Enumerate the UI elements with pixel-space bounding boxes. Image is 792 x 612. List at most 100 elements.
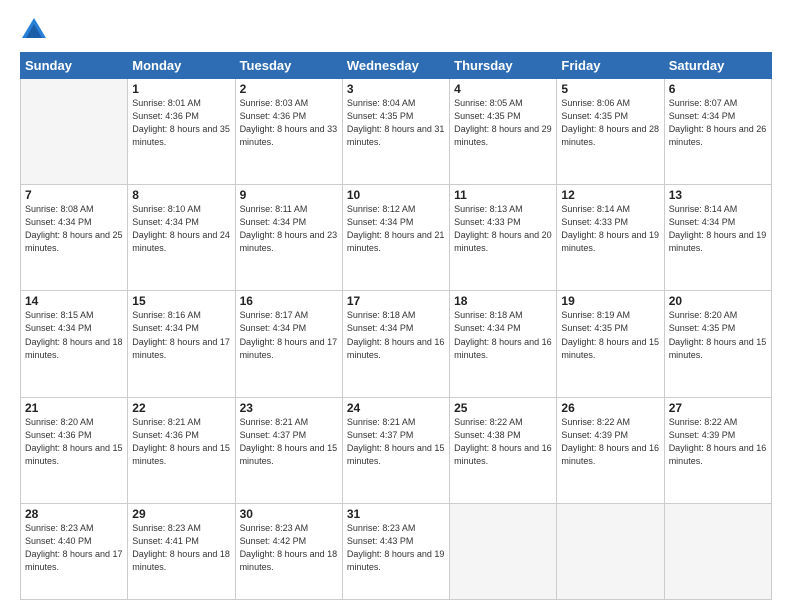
day-info: Sunrise: 8:06 AMSunset: 4:35 PMDaylight:… xyxy=(561,97,659,149)
day-number: 13 xyxy=(669,188,767,202)
day-info: Sunrise: 8:18 AMSunset: 4:34 PMDaylight:… xyxy=(347,309,445,361)
calendar-cell xyxy=(664,503,771,599)
day-number: 15 xyxy=(132,294,230,308)
calendar-cell: 24Sunrise: 8:21 AMSunset: 4:37 PMDayligh… xyxy=(342,397,449,503)
day-info: Sunrise: 8:23 AMSunset: 4:40 PMDaylight:… xyxy=(25,522,123,574)
calendar-cell: 25Sunrise: 8:22 AMSunset: 4:38 PMDayligh… xyxy=(450,397,557,503)
day-number: 22 xyxy=(132,401,230,415)
calendar-cell: 30Sunrise: 8:23 AMSunset: 4:42 PMDayligh… xyxy=(235,503,342,599)
day-number: 10 xyxy=(347,188,445,202)
day-info: Sunrise: 8:04 AMSunset: 4:35 PMDaylight:… xyxy=(347,97,445,149)
day-info: Sunrise: 8:18 AMSunset: 4:34 PMDaylight:… xyxy=(454,309,552,361)
logo-icon xyxy=(20,16,48,44)
weekday-header-sunday: Sunday xyxy=(21,53,128,79)
day-number: 2 xyxy=(240,82,338,96)
day-number: 24 xyxy=(347,401,445,415)
day-number: 26 xyxy=(561,401,659,415)
day-number: 5 xyxy=(561,82,659,96)
day-number: 8 xyxy=(132,188,230,202)
day-info: Sunrise: 8:22 AMSunset: 4:38 PMDaylight:… xyxy=(454,416,552,468)
weekday-header-friday: Friday xyxy=(557,53,664,79)
day-info: Sunrise: 8:22 AMSunset: 4:39 PMDaylight:… xyxy=(561,416,659,468)
day-info: Sunrise: 8:14 AMSunset: 4:34 PMDaylight:… xyxy=(669,203,767,255)
day-number: 12 xyxy=(561,188,659,202)
day-info: Sunrise: 8:07 AMSunset: 4:34 PMDaylight:… xyxy=(669,97,767,149)
day-number: 31 xyxy=(347,507,445,521)
calendar-cell: 23Sunrise: 8:21 AMSunset: 4:37 PMDayligh… xyxy=(235,397,342,503)
day-info: Sunrise: 8:22 AMSunset: 4:39 PMDaylight:… xyxy=(669,416,767,468)
day-info: Sunrise: 8:21 AMSunset: 4:36 PMDaylight:… xyxy=(132,416,230,468)
day-number: 29 xyxy=(132,507,230,521)
week-row-1: 1Sunrise: 8:01 AMSunset: 4:36 PMDaylight… xyxy=(21,79,772,185)
day-number: 11 xyxy=(454,188,552,202)
calendar-cell xyxy=(21,79,128,185)
calendar-cell: 31Sunrise: 8:23 AMSunset: 4:43 PMDayligh… xyxy=(342,503,449,599)
week-row-3: 14Sunrise: 8:15 AMSunset: 4:34 PMDayligh… xyxy=(21,291,772,397)
calendar-cell: 6Sunrise: 8:07 AMSunset: 4:34 PMDaylight… xyxy=(664,79,771,185)
calendar-cell: 20Sunrise: 8:20 AMSunset: 4:35 PMDayligh… xyxy=(664,291,771,397)
weekday-header-wednesday: Wednesday xyxy=(342,53,449,79)
day-info: Sunrise: 8:23 AMSunset: 4:43 PMDaylight:… xyxy=(347,522,445,574)
day-number: 1 xyxy=(132,82,230,96)
calendar-cell: 28Sunrise: 8:23 AMSunset: 4:40 PMDayligh… xyxy=(21,503,128,599)
day-number: 3 xyxy=(347,82,445,96)
weekday-header-saturday: Saturday xyxy=(664,53,771,79)
calendar-cell: 2Sunrise: 8:03 AMSunset: 4:36 PMDaylight… xyxy=(235,79,342,185)
day-info: Sunrise: 8:01 AMSunset: 4:36 PMDaylight:… xyxy=(132,97,230,149)
day-number: 7 xyxy=(25,188,123,202)
calendar-cell: 19Sunrise: 8:19 AMSunset: 4:35 PMDayligh… xyxy=(557,291,664,397)
calendar-cell: 18Sunrise: 8:18 AMSunset: 4:34 PMDayligh… xyxy=(450,291,557,397)
calendar-cell: 11Sunrise: 8:13 AMSunset: 4:33 PMDayligh… xyxy=(450,185,557,291)
day-number: 23 xyxy=(240,401,338,415)
day-info: Sunrise: 8:08 AMSunset: 4:34 PMDaylight:… xyxy=(25,203,123,255)
calendar-cell xyxy=(450,503,557,599)
day-number: 21 xyxy=(25,401,123,415)
calendar-cell: 12Sunrise: 8:14 AMSunset: 4:33 PMDayligh… xyxy=(557,185,664,291)
day-info: Sunrise: 8:21 AMSunset: 4:37 PMDaylight:… xyxy=(347,416,445,468)
day-number: 4 xyxy=(454,82,552,96)
calendar-cell: 27Sunrise: 8:22 AMSunset: 4:39 PMDayligh… xyxy=(664,397,771,503)
day-info: Sunrise: 8:20 AMSunset: 4:36 PMDaylight:… xyxy=(25,416,123,468)
day-info: Sunrise: 8:05 AMSunset: 4:35 PMDaylight:… xyxy=(454,97,552,149)
day-number: 16 xyxy=(240,294,338,308)
day-info: Sunrise: 8:12 AMSunset: 4:34 PMDaylight:… xyxy=(347,203,445,255)
calendar-cell: 8Sunrise: 8:10 AMSunset: 4:34 PMDaylight… xyxy=(128,185,235,291)
day-info: Sunrise: 8:23 AMSunset: 4:41 PMDaylight:… xyxy=(132,522,230,574)
calendar-cell: 21Sunrise: 8:20 AMSunset: 4:36 PMDayligh… xyxy=(21,397,128,503)
day-number: 30 xyxy=(240,507,338,521)
calendar-cell: 17Sunrise: 8:18 AMSunset: 4:34 PMDayligh… xyxy=(342,291,449,397)
week-row-5: 28Sunrise: 8:23 AMSunset: 4:40 PMDayligh… xyxy=(21,503,772,599)
day-info: Sunrise: 8:03 AMSunset: 4:36 PMDaylight:… xyxy=(240,97,338,149)
day-number: 14 xyxy=(25,294,123,308)
calendar-cell: 16Sunrise: 8:17 AMSunset: 4:34 PMDayligh… xyxy=(235,291,342,397)
weekday-header-row: SundayMondayTuesdayWednesdayThursdayFrid… xyxy=(21,53,772,79)
day-info: Sunrise: 8:19 AMSunset: 4:35 PMDaylight:… xyxy=(561,309,659,361)
calendar-cell: 7Sunrise: 8:08 AMSunset: 4:34 PMDaylight… xyxy=(21,185,128,291)
weekday-header-monday: Monday xyxy=(128,53,235,79)
day-info: Sunrise: 8:10 AMSunset: 4:34 PMDaylight:… xyxy=(132,203,230,255)
calendar-cell: 3Sunrise: 8:04 AMSunset: 4:35 PMDaylight… xyxy=(342,79,449,185)
calendar-cell: 22Sunrise: 8:21 AMSunset: 4:36 PMDayligh… xyxy=(128,397,235,503)
day-number: 17 xyxy=(347,294,445,308)
page: SundayMondayTuesdayWednesdayThursdayFrid… xyxy=(0,0,792,612)
weekday-header-thursday: Thursday xyxy=(450,53,557,79)
day-info: Sunrise: 8:11 AMSunset: 4:34 PMDaylight:… xyxy=(240,203,338,255)
day-number: 9 xyxy=(240,188,338,202)
logo xyxy=(20,16,52,44)
calendar-cell: 29Sunrise: 8:23 AMSunset: 4:41 PMDayligh… xyxy=(128,503,235,599)
day-number: 19 xyxy=(561,294,659,308)
day-info: Sunrise: 8:13 AMSunset: 4:33 PMDaylight:… xyxy=(454,203,552,255)
calendar-cell: 13Sunrise: 8:14 AMSunset: 4:34 PMDayligh… xyxy=(664,185,771,291)
week-row-4: 21Sunrise: 8:20 AMSunset: 4:36 PMDayligh… xyxy=(21,397,772,503)
day-number: 28 xyxy=(25,507,123,521)
day-info: Sunrise: 8:14 AMSunset: 4:33 PMDaylight:… xyxy=(561,203,659,255)
weekday-header-tuesday: Tuesday xyxy=(235,53,342,79)
day-number: 6 xyxy=(669,82,767,96)
calendar-cell: 9Sunrise: 8:11 AMSunset: 4:34 PMDaylight… xyxy=(235,185,342,291)
day-info: Sunrise: 8:23 AMSunset: 4:42 PMDaylight:… xyxy=(240,522,338,574)
day-info: Sunrise: 8:17 AMSunset: 4:34 PMDaylight:… xyxy=(240,309,338,361)
day-number: 20 xyxy=(669,294,767,308)
day-info: Sunrise: 8:20 AMSunset: 4:35 PMDaylight:… xyxy=(669,309,767,361)
header xyxy=(20,16,772,44)
calendar-cell: 1Sunrise: 8:01 AMSunset: 4:36 PMDaylight… xyxy=(128,79,235,185)
